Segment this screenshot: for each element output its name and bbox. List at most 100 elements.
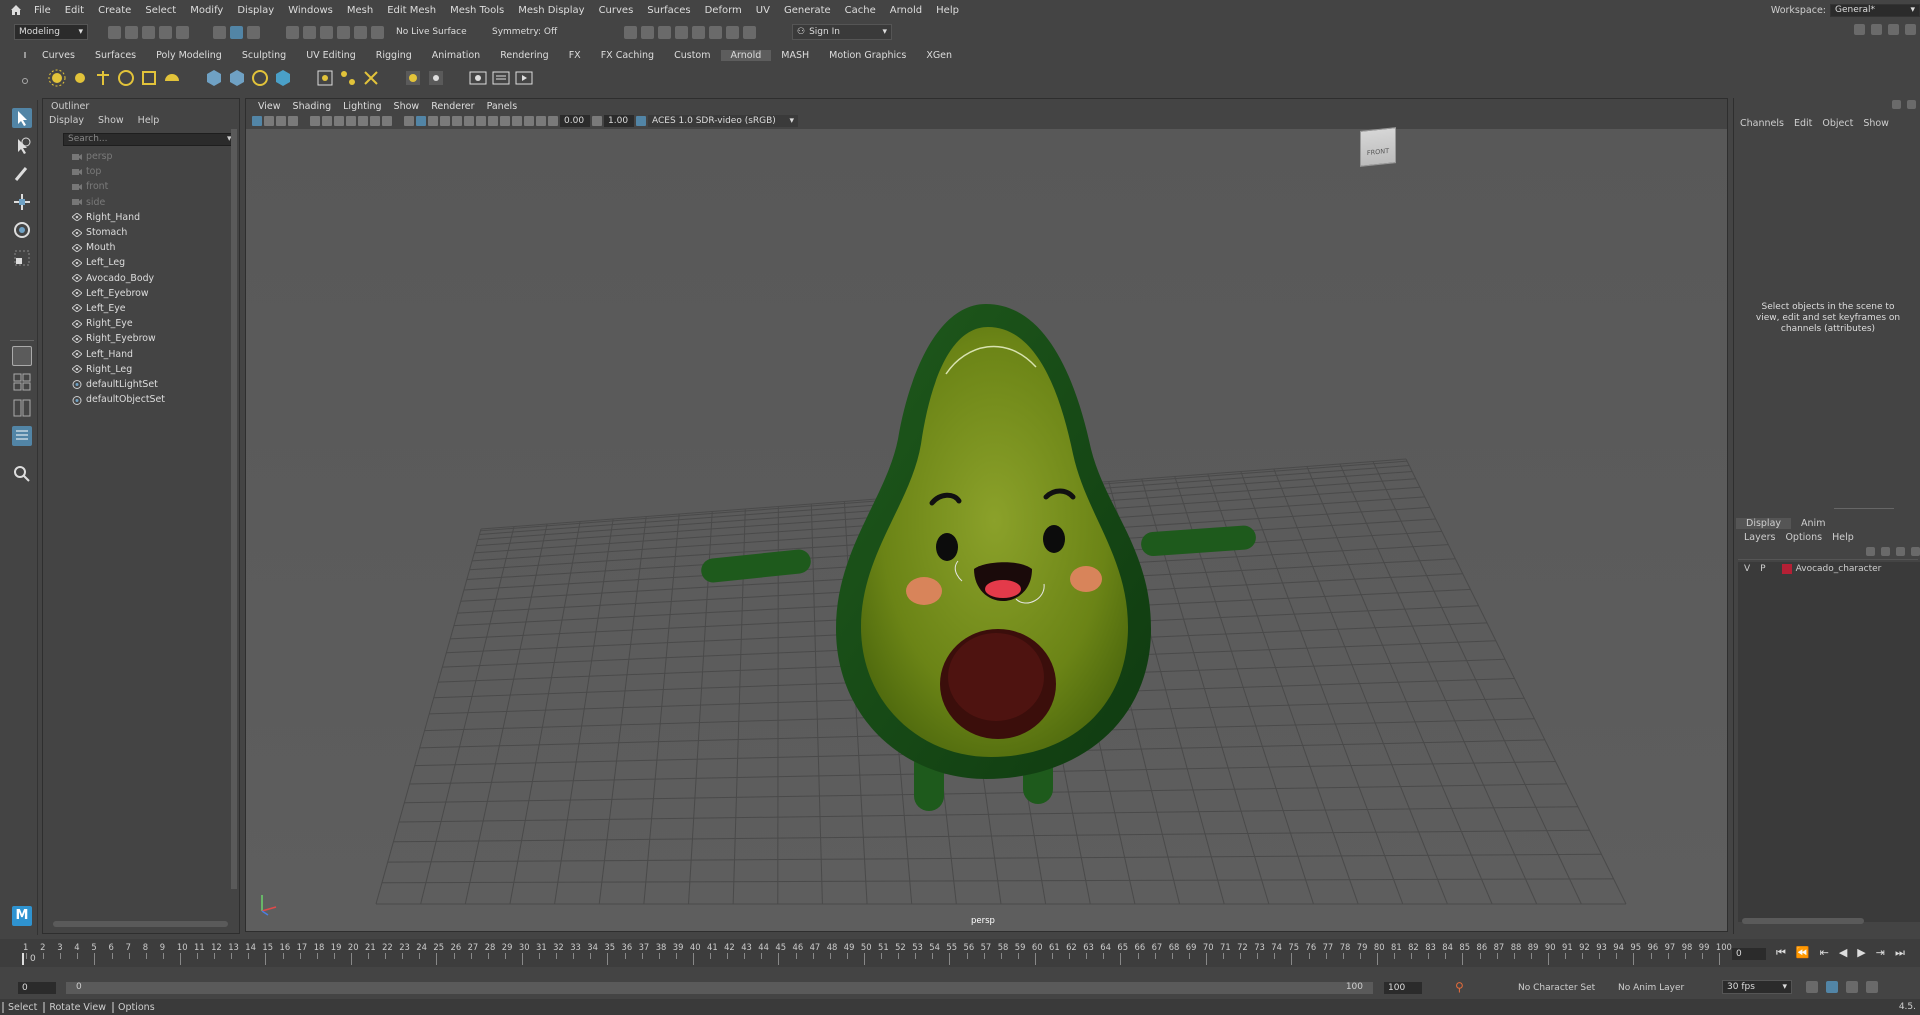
shelf-tab-custom[interactable]: Custom	[664, 50, 720, 61]
layer-move-up-icon[interactable]	[1866, 547, 1875, 556]
shelf-tab-arnold[interactable]: Arnold	[720, 49, 772, 61]
menu-edit[interactable]: Edit	[58, 5, 91, 16]
menu-display[interactable]: Display	[230, 5, 281, 16]
outliner-item[interactable]: side	[43, 195, 229, 210]
viewport-menu-show[interactable]: Show	[388, 101, 426, 112]
outliner-item[interactable]: Left_Eye	[43, 301, 229, 316]
menu-create[interactable]: Create	[91, 5, 138, 16]
channel-menu-channels[interactable]: Channels	[1740, 118, 1784, 129]
sound-icon[interactable]	[1846, 981, 1858, 993]
layer-tab-display[interactable]: Display	[1736, 518, 1792, 529]
shelf-tab-xgen[interactable]: XGen	[916, 50, 962, 61]
select-component-icon[interactable]	[247, 25, 260, 39]
safe-title-icon[interactable]	[382, 116, 392, 126]
search-icon[interactable]	[12, 464, 32, 484]
gate-mask-icon[interactable]	[346, 116, 356, 126]
layer-tab-anim[interactable]: Anim	[1791, 518, 1835, 529]
layer-menu-options[interactable]: Options	[1785, 532, 1822, 543]
snap-grid-icon[interactable]	[286, 25, 299, 39]
anim-layer-select[interactable]: No Anim Layer	[1618, 983, 1684, 993]
auto-key-icon[interactable]: ⚲	[1455, 980, 1464, 994]
paint-select-icon[interactable]	[12, 164, 32, 184]
anti-aliasing-icon[interactable]	[524, 116, 534, 126]
left-eye[interactable]	[1043, 525, 1065, 553]
sign-in-button[interactable]: ⚇ Sign In ▾	[792, 24, 892, 40]
menu-windows[interactable]: Windows	[281, 5, 340, 16]
layer-visibility-toggle[interactable]: V	[1744, 564, 1750, 574]
time-slider[interactable]: 1 2 3 4 5 6 7 8 9 10 11 12 13 14 15 16 17 18 19 20 21 22 23 24 2…	[0, 939, 1920, 967]
arnold-material-icon[interactable]	[427, 69, 445, 87]
new-layer-icon[interactable]	[1896, 547, 1905, 556]
area-light-icon[interactable]	[71, 69, 89, 87]
new-scene-icon[interactable]	[108, 25, 121, 39]
select-hierarchy-icon[interactable]	[213, 25, 226, 39]
menu-mesh-tools[interactable]: Mesh Tools	[443, 5, 511, 16]
curve-collector-icon[interactable]	[274, 69, 292, 87]
go-to-start-icon[interactable]: ⏮	[1776, 946, 1786, 960]
outliner-search-input[interactable]: Search...	[63, 133, 233, 146]
shelf-tab-rendering[interactable]: Rendering	[490, 50, 559, 61]
ipr-render-icon[interactable]	[658, 25, 671, 39]
home-icon[interactable]	[9, 3, 23, 17]
bookmarks-icon[interactable]	[276, 116, 286, 126]
motion-blur-icon[interactable]	[512, 116, 522, 126]
use-all-lights-icon[interactable]	[452, 116, 462, 126]
layer-hscrollbar[interactable]	[1742, 918, 1864, 924]
rotate-tool-icon[interactable]	[12, 220, 32, 240]
move-tool-icon[interactable]	[12, 192, 32, 212]
textured-icon[interactable]	[440, 116, 450, 126]
arnold-ipr-icon[interactable]	[726, 25, 739, 39]
outliner-item[interactable]: Left_Eyebrow	[43, 286, 229, 301]
outliner-item[interactable]: Mouth	[43, 240, 229, 255]
mode-select[interactable]: Modeling ▾	[14, 24, 88, 40]
symmetry-select[interactable]: Symmetry: Off	[488, 24, 572, 40]
menu-file[interactable]: File	[27, 5, 58, 16]
outliner-menu-show[interactable]: Show	[98, 115, 124, 126]
menu-deform[interactable]: Deform	[698, 5, 749, 16]
outliner-scrollbar[interactable]	[231, 129, 237, 889]
channel-box-icon[interactable]	[1905, 24, 1916, 35]
render-frame-icon[interactable]	[624, 25, 637, 39]
shelf-tab-uv-editing[interactable]: UV Editing	[296, 50, 366, 61]
render-view-icon[interactable]	[469, 69, 487, 87]
outliner-item[interactable]: Right_Eye	[43, 316, 229, 331]
render-sequence-icon[interactable]	[515, 69, 533, 87]
snap-point-icon[interactable]	[320, 25, 333, 39]
skydome-light-icon[interactable]	[48, 69, 66, 87]
viewport-panel[interactable]: View Shading Lighting Show Renderer Panels 0.…	[245, 98, 1728, 932]
snap-view-icon[interactable]	[354, 25, 367, 39]
select-object-icon[interactable]	[230, 25, 243, 39]
four-view-layout-icon[interactable]	[12, 372, 32, 392]
image-plane-icon[interactable]	[288, 116, 298, 126]
range-end-field[interactable]: 100	[1384, 982, 1422, 994]
layer-playback-toggle[interactable]: P	[1760, 564, 1765, 574]
pause-icon[interactable]	[743, 25, 756, 39]
isolate-select-icon[interactable]	[488, 116, 498, 126]
channel-menu-object[interactable]: Object	[1822, 118, 1853, 129]
layer-color-swatch[interactable]	[1781, 564, 1792, 574]
shelf-tab-fx-caching[interactable]: FX Caching	[591, 50, 664, 61]
viewcube[interactable]: FRONT	[1360, 127, 1396, 167]
shelf-tab-curves[interactable]: Curves	[32, 50, 85, 61]
outliner-item[interactable]: persp	[43, 149, 229, 164]
shelf-tab-rigging[interactable]: Rigging	[366, 50, 422, 61]
outliner-item[interactable]: defaultObjectSet	[43, 392, 229, 407]
range-start-field[interactable]: 0	[18, 982, 56, 994]
shelf-tab-surfaces[interactable]: Surfaces	[85, 50, 146, 61]
menu-cache[interactable]: Cache	[838, 5, 883, 16]
attribute-toggle-icon[interactable]	[1907, 100, 1916, 109]
render-settings-icon[interactable]	[492, 69, 510, 87]
snap-projected-icon[interactable]	[337, 25, 350, 39]
character-set-select[interactable]: No Character Set	[1518, 983, 1595, 993]
side-by-side-layout-icon[interactable]	[12, 398, 32, 418]
mesh-light-icon[interactable]	[94, 69, 112, 87]
menu-edit-mesh[interactable]: Edit Mesh	[380, 5, 443, 16]
color-space-select[interactable]: ACES 1.0 SDR-video (sRGB) ▾	[648, 115, 798, 127]
snap-curve-icon[interactable]	[303, 25, 316, 39]
cache-playback-icon[interactable]	[1826, 981, 1838, 993]
menu-mesh[interactable]: Mesh	[340, 5, 380, 16]
color-management-icon[interactable]	[636, 116, 646, 126]
layer-row[interactable]: V P Avocado_character	[1738, 562, 1920, 576]
flush-cache-icon[interactable]	[362, 69, 380, 87]
current-frame-field[interactable]: 0	[1732, 948, 1766, 960]
